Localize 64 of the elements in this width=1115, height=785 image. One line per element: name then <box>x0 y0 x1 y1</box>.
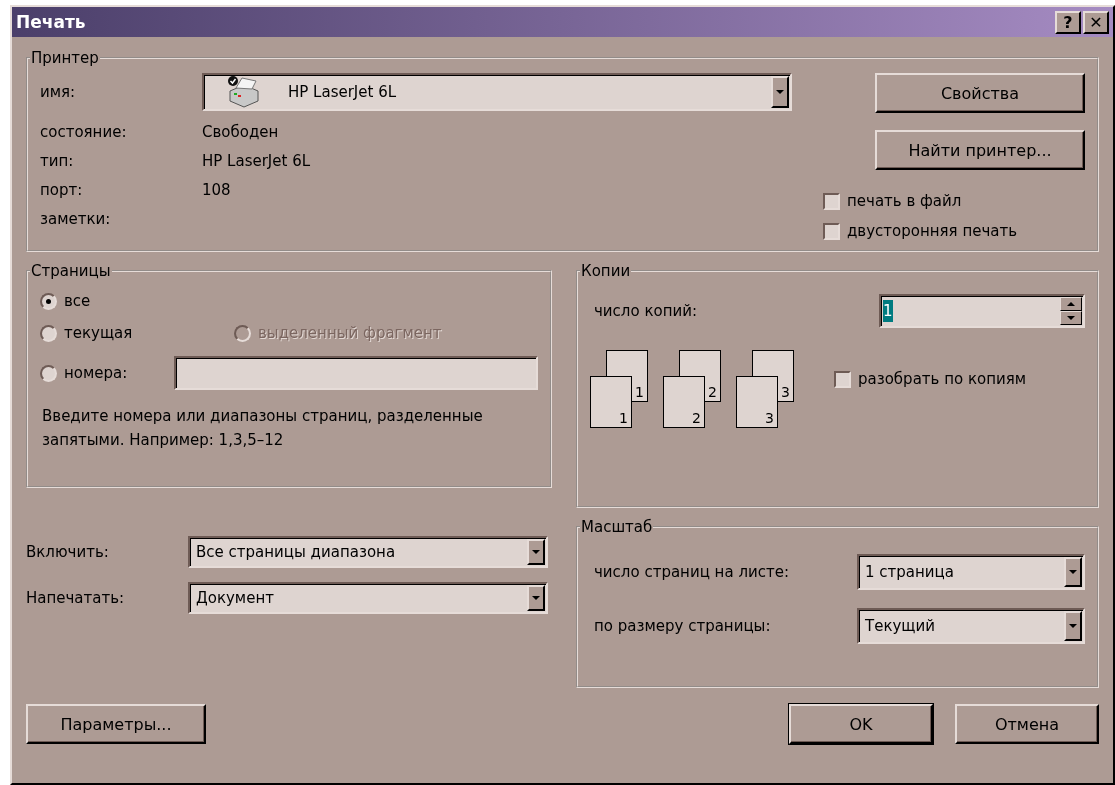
caret-icon <box>532 596 540 600</box>
dialog-button[interactable]: Найти принтер... <box>875 130 1085 170</box>
group-title: Страницы <box>30 262 112 280</box>
dialog-button[interactable]: Параметры... <box>26 704 206 744</box>
copies-spinbox[interactable]: 1 <box>879 294 1085 328</box>
field-value: 108 <box>202 180 231 199</box>
radio-label: выделенный фрагмент <box>258 324 442 342</box>
caret-icon <box>532 550 540 554</box>
dropdown-button[interactable] <box>1064 611 1082 641</box>
spin-down-button[interactable] <box>1060 311 1082 325</box>
page-sheet: 3 <box>736 376 778 428</box>
checkbox[interactable] <box>823 192 840 210</box>
caret-icon <box>1069 570 1077 574</box>
field-label: имя: <box>40 83 77 101</box>
dropdown-button[interactable] <box>527 539 545 565</box>
dialog-button[interactable]: Отмена <box>955 704 1099 744</box>
radio-button[interactable] <box>40 292 57 310</box>
field-label: заметки: <box>40 209 112 228</box>
window-title: Печать <box>16 12 86 32</box>
dropdown[interactable]: Текущий <box>857 608 1085 644</box>
hint-text: Введите номера или диапазоны страниц, разделенные запятыми. Например: 1,3,5–12 <box>42 406 484 451</box>
printer-icon <box>226 75 262 109</box>
radio-button[interactable] <box>40 324 57 342</box>
radio-button[interactable] <box>40 364 57 382</box>
dropdown[interactable]: 1 страница <box>857 554 1085 590</box>
field-label: число копий: <box>594 302 697 320</box>
checkbox-label: разобрать по копиям <box>858 370 1027 388</box>
printer-dropdown[interactable]: HP LaserJet 6L <box>202 73 792 111</box>
group-title: Копии <box>580 262 632 280</box>
field-label: порт: <box>40 180 84 199</box>
caret-icon <box>1069 624 1077 628</box>
field-label: Включить: <box>26 543 110 561</box>
field-value: Свободен <box>202 122 279 141</box>
caret-icon <box>776 90 784 94</box>
help-button[interactable]: ? <box>1055 10 1081 34</box>
page-range-field[interactable] <box>174 356 538 390</box>
field-label: по размеру страницы: <box>594 617 771 635</box>
close-button[interactable]: ✕ <box>1083 10 1109 34</box>
caret-icon <box>1067 302 1075 306</box>
radio-label: все <box>64 292 91 310</box>
group-title: Принтер <box>30 49 100 67</box>
caret-icon <box>1067 316 1075 320</box>
dropdown[interactable]: Документ <box>188 582 548 614</box>
checkbox[interactable] <box>823 222 840 240</box>
group-title: Масштаб <box>580 518 654 536</box>
page-sheet: 1 <box>590 376 632 428</box>
dropdown-button[interactable] <box>1064 557 1082 587</box>
field-label: тип: <box>40 151 75 170</box>
radio-label: номера: <box>64 364 129 382</box>
dropdown[interactable]: Все страницы диапазона <box>188 536 548 568</box>
checkbox-label: печать в файл <box>847 192 962 210</box>
field-label: число страниц на листе: <box>594 563 789 581</box>
page-sheet: 2 <box>663 376 705 428</box>
dropdown-button[interactable] <box>527 585 545 611</box>
checkbox[interactable] <box>834 370 851 388</box>
radio-label: текущая <box>64 324 134 342</box>
dialog-button[interactable]: Свойства <box>875 73 1085 113</box>
field-value: HP LaserJet 6L <box>202 151 311 170</box>
field-label: Напечатать: <box>26 589 126 607</box>
spin-up-button[interactable] <box>1060 297 1082 311</box>
field-label: состояние: <box>40 122 128 141</box>
checkbox-label: двусторонняя печать <box>847 222 1018 240</box>
dialog-button[interactable]: OK <box>789 704 933 744</box>
dropdown-button[interactable] <box>771 76 789 108</box>
